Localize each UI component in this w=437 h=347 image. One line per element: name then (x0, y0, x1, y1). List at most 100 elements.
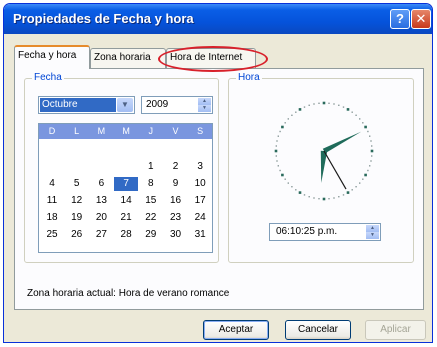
clock-minute-mark (369, 135, 371, 137)
year-value: 2009 (146, 99, 169, 110)
calendar-day[interactable]: 15 (139, 194, 163, 208)
clock-hour-mark (281, 173, 284, 177)
day-header: V (172, 126, 179, 136)
clock-minute-hand (322, 131, 362, 154)
calendar-day[interactable]: 31 (188, 228, 212, 242)
calendar-header: DLMMJVS (39, 124, 212, 139)
calendar-day[interactable]: 9 (164, 177, 188, 191)
year-spin-buttons: ▲ ▼ (198, 98, 211, 112)
fecha-group: Fecha Octubre ▼ 2009 ▲ ▼ DLMMJVS 1234567… (24, 72, 219, 263)
help-button[interactable]: ? (390, 9, 410, 29)
calendar-day[interactable]: 17 (188, 194, 212, 208)
clock-minute-mark (333, 197, 335, 199)
month-select[interactable]: Octubre ▼ (38, 96, 135, 114)
clock-hour-mark (322, 101, 326, 105)
day-header: M (97, 126, 106, 136)
calendar-day-selected[interactable]: 7 (114, 177, 139, 191)
day-header: M (122, 126, 130, 136)
calendar-day[interactable]: 23 (164, 211, 188, 225)
cancel-button[interactable]: Cancelar (285, 320, 351, 340)
title-bar[interactable]: Propiedades de Fecha y hora ? ✕ (4, 4, 432, 34)
calendar-day[interactable]: 5 (65, 177, 89, 191)
clock-hour-mark (298, 108, 302, 111)
time-spinner[interactable]: 06:10:25 p.m. ▲ ▼ (269, 223, 381, 241)
clock-minute-mark (284, 178, 286, 180)
clock-minute-mark (308, 104, 310, 106)
clock-minute-mark (369, 165, 371, 167)
calendar-day[interactable]: 24 (188, 211, 212, 225)
calendar-day[interactable]: 1 (139, 160, 163, 174)
timezone-label: Zona horaria actual: Hora de verano roma… (27, 288, 230, 299)
clock-minute-mark (359, 182, 361, 184)
spin-up-icon[interactable]: ▲ (366, 225, 379, 232)
day-header: D (48, 126, 56, 136)
calendar-day[interactable]: 26 (65, 228, 89, 242)
calendar-day[interactable]: 25 (40, 228, 64, 242)
calendar-day[interactable]: 4 (40, 177, 64, 191)
spin-down-icon[interactable]: ▼ (366, 232, 379, 239)
clock-minute-mark (276, 140, 278, 142)
calendar-day[interactable]: 16 (164, 194, 188, 208)
calendar-day[interactable]: 12 (65, 194, 89, 208)
calendar-day[interactable]: 18 (40, 211, 64, 225)
calendar-day[interactable]: 29 (139, 228, 163, 242)
calendar-day[interactable]: 30 (164, 228, 188, 242)
clock-minute-mark (370, 140, 372, 142)
clock-minute-mark (351, 111, 353, 113)
calendar-day[interactable]: 19 (65, 211, 89, 225)
clock-hour-mark (298, 191, 302, 194)
tab-bar: Fecha y hora Zona horaria Hora de Intern… (14, 44, 424, 72)
clock-hour-mark (322, 197, 326, 201)
clock-minute-mark (275, 145, 277, 147)
spin-up-icon[interactable]: ▲ (198, 98, 211, 105)
calendar-day[interactable]: 21 (114, 211, 138, 225)
calendar-grid: DLMMJVS 1 2 3 4 5 6 7 8 9 10 11 12 13 14 15 16 17 18 19 20 2… (38, 123, 213, 253)
ok-button[interactable]: Aceptar (203, 320, 269, 340)
calendar-day[interactable]: 3 (188, 160, 212, 174)
apply-button[interactable]: Aplicar (365, 320, 426, 340)
tab-zona-horaria[interactable]: Zona horaria (90, 48, 166, 68)
calendar-day[interactable]: 6 (89, 177, 113, 191)
clock-second-hand (323, 150, 347, 190)
clock-minute-mark (295, 189, 297, 191)
calendar-day[interactable]: 27 (89, 228, 113, 242)
clock-minute-mark (276, 160, 278, 162)
clock-minute-mark (277, 165, 279, 167)
clock-minute-mark (355, 114, 357, 116)
clock-minute-mark (295, 111, 297, 113)
clock-hour-mark (364, 125, 367, 129)
close-button[interactable]: ✕ (411, 9, 431, 29)
calendar-day[interactable]: 14 (114, 194, 138, 208)
clock-minute-mark (371, 155, 373, 157)
day-header: L (74, 126, 80, 136)
spin-down-icon[interactable]: ▼ (198, 105, 211, 112)
clock-minute-mark (291, 114, 293, 116)
clock-minute-mark (279, 169, 281, 172)
calendar-day[interactable]: 8 (139, 177, 163, 191)
clock-minute-mark (303, 106, 306, 108)
month-value: Octubre (40, 98, 116, 112)
clock-minute-mark (308, 196, 310, 198)
calendar-day[interactable]: 2 (164, 160, 188, 174)
year-spinner[interactable]: 2009 ▲ ▼ (141, 96, 213, 114)
clock-minute-mark (279, 130, 281, 133)
clock-hour-mark (346, 191, 350, 194)
chevron-down-icon[interactable]: ▼ (117, 98, 133, 112)
calendar-day[interactable]: 10 (188, 177, 212, 191)
calendar-day[interactable]: 28 (114, 228, 138, 242)
clock-minute-mark (351, 189, 353, 191)
clock-minute-mark (313, 197, 315, 199)
clock-minute-mark (313, 103, 315, 105)
calendar-day[interactable]: 13 (89, 194, 113, 208)
calendar-day[interactable]: 20 (89, 211, 113, 225)
clock-minute-mark (362, 178, 364, 180)
close-icon: ✕ (415, 11, 427, 26)
clock-minute-mark (303, 194, 306, 196)
calendar-day[interactable]: 22 (139, 211, 163, 225)
clock-minute-mark (342, 194, 345, 196)
day-header: S (197, 126, 204, 136)
clock-hour-mark (370, 149, 374, 153)
clock-minute-mark (287, 118, 289, 120)
tab-fecha-y-hora[interactable]: Fecha y hora (14, 45, 90, 69)
calendar-day[interactable]: 11 (40, 194, 64, 208)
